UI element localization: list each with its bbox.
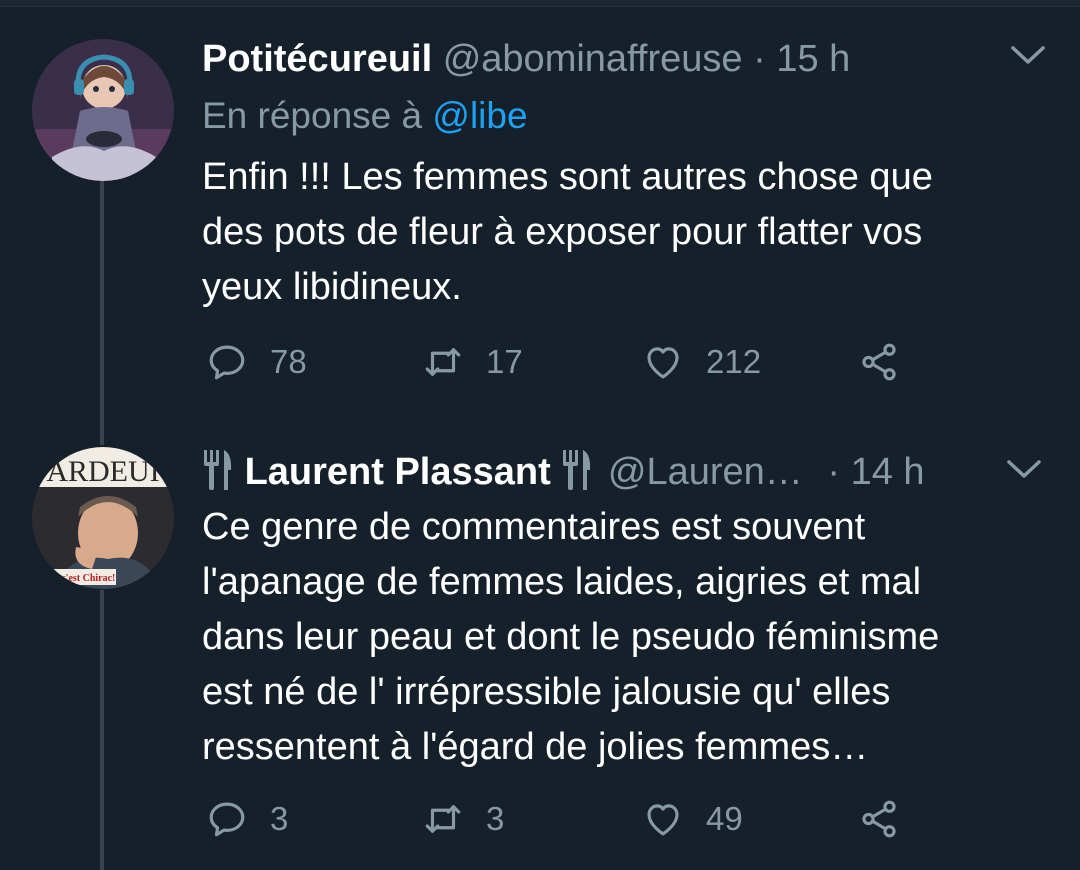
fork-knife-icon [561,450,604,493]
share-icon [862,800,896,838]
reply-button[interactable]: 78 [206,337,307,387]
tweet-text: Ce genre de commentaires est souvent l'a… [202,500,1052,775]
user-handle[interactable]: @abominaffreuse [443,38,743,80]
tweet-text-line: est né de l' irrépressible jalousie qu' … [202,671,891,713]
retweet-icon [425,348,461,376]
retweet-icon [425,805,461,833]
reply-button[interactable]: 3 [206,794,288,844]
display-name[interactable]: Potitécureuil [202,38,432,80]
chevron-down-icon[interactable] [1008,42,1048,73]
retweet-count: 17 [486,343,523,380]
tweet-actions: 78 17 212 [206,337,966,387]
avatar-magazine-cover-icon: ARDEUI Qui c'est Chirac! [32,447,174,589]
retweet-button[interactable]: 17 [422,337,523,387]
timestamp[interactable]: 14 h [851,451,925,493]
fork-knife-icon [202,450,245,493]
separator: · [753,38,766,80]
share-icon [862,343,896,381]
tweet-actions: 3 3 49 [206,794,966,844]
reply-icon [209,802,245,837]
tweet-text-line: dans leur peau et dont le pseudo féminis… [202,616,940,658]
timestamp[interactable]: 15 h [776,38,850,80]
separator: · [827,451,841,493]
heart-icon [647,804,679,836]
avatar-cover-caption: Qui c'est Chirac! [43,573,116,584]
reply-icon [209,345,245,380]
avatar[interactable] [32,39,174,181]
tweet-text-line: l'apanage de femmes laides, aigries et m… [202,561,922,603]
tweet[interactable]: Potitécureuil @abominaffreuse · 15 h En … [0,0,1080,420]
reply-count: 78 [270,343,307,380]
reply-context: En réponse à @libe [202,93,528,139]
retweet-button[interactable]: 3 [422,794,504,844]
tweet-text: Enfin !!! Les femmes sont autres chose q… [202,150,1052,315]
reply-count: 3 [270,800,289,837]
avatar-cover-title: ARDEUI [46,455,159,488]
heart-icon [647,347,679,379]
tweet-text-line: yeux libidineux. [202,266,462,308]
retweet-count: 3 [486,800,505,837]
tweet-text-line: des pots de fleur à exposer pour flatter… [202,211,923,253]
tweet[interactable]: ARDEUI Qui c'est Chirac! Laurent Plassan… [0,420,1080,870]
like-count: 49 [706,800,743,837]
reply-handle-link[interactable]: @libe [432,95,527,136]
share-button[interactable] [858,794,922,844]
tweet-text-line: Enfin !!! Les femmes sont autres chose q… [202,156,933,198]
display-name[interactable]: Laurent Plassant [245,451,551,493]
tweet-text-line: ressentent à l'égard de jolies femmes… [202,726,869,768]
like-count: 212 [706,343,762,380]
tweet-header: Potitécureuil @abominaffreuse · 15 h [202,36,850,82]
like-button[interactable]: 212 [642,337,761,387]
tweet-text-line: Ce genre de commentaires est souvent [202,506,866,548]
tweet-header: Laurent Plassant @Lauren… · 14 h [202,448,925,495]
avatar[interactable]: ARDEUI Qui c'est Chirac! [32,447,174,589]
share-button[interactable] [858,337,922,387]
like-button[interactable]: 49 [642,794,743,844]
user-handle[interactable]: @Lauren… [608,451,803,493]
reply-prefix: En réponse à [202,95,423,136]
avatar-gamer-girl-icon [32,39,174,181]
chevron-down-icon[interactable] [1004,456,1044,487]
